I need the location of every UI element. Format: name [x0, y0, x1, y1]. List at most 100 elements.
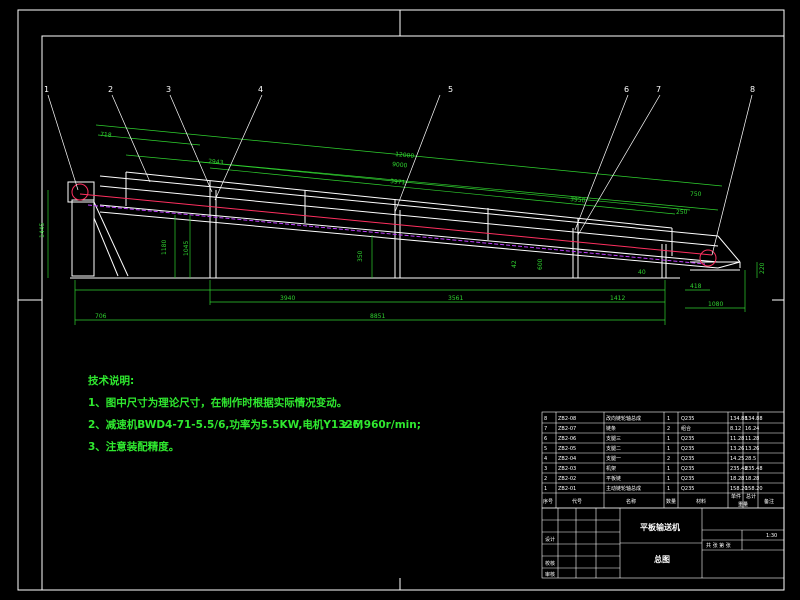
bom-cell-w2: 28.5: [745, 456, 756, 462]
bom-cell-w2: 18.28: [745, 476, 759, 482]
dim-9000: 9000: [392, 161, 408, 169]
bom-header-qty: 数量: [666, 498, 676, 505]
bom-cell-no: 4: [544, 456, 547, 462]
bom-header-weight: 重量: [738, 501, 748, 508]
bom-cell-qty: 1: [667, 436, 670, 442]
dim-418: 418: [690, 283, 702, 290]
balloon-8: 8: [750, 85, 755, 94]
bom-cell-no: 6: [544, 436, 547, 442]
bom-cell-name: 链条: [606, 425, 616, 432]
bom-cell-w1: 13.26: [730, 446, 744, 452]
bom-cell-w2: 134.88: [745, 416, 763, 422]
bom-cell-w1: 8.12: [730, 426, 741, 432]
bom-cell-qty: 2: [667, 426, 670, 432]
approve-label: 审核: [545, 571, 555, 578]
drawing-canvas: 1 2 3 4 5 6 7 8 718 12000 9000 2943 3971…: [0, 0, 800, 600]
balloon-7: 7: [656, 85, 661, 94]
bom-header: 序号 代号 名称 数量 材料 单件 总计 重量 备注: [543, 493, 774, 508]
bom-cell-w2: 11.28: [745, 436, 759, 442]
dim-3971: 3971: [390, 178, 406, 186]
bom-cell-w2: 16.24: [745, 426, 759, 432]
bom-header-unit-weight: 单件: [731, 493, 741, 500]
notes-line-2: 2、减速机BWD4-71-5.5/6,功率为5.5KW,电机Y132M: [88, 418, 363, 431]
dim-1412: 1412: [610, 295, 625, 302]
drawing-scale: 1:30: [766, 533, 777, 539]
bom-header-material: 材料: [696, 498, 706, 505]
dim-2943: 2943: [208, 158, 224, 166]
balloon-5: 5: [448, 85, 453, 94]
bom-cell-mat: Q235: [681, 416, 694, 422]
balloon-3: 3: [166, 85, 171, 94]
bom-cell-w2: 13.26: [745, 446, 759, 452]
bom-cell-mat: 组合: [681, 425, 691, 432]
bom-header-total-weight: 总计: [746, 493, 756, 500]
bom-cell-code: ZB2-08: [558, 416, 576, 422]
bom-cell-name: 主动链轮轴总成: [606, 485, 641, 492]
bom-cell-mat: Q235: [681, 476, 694, 482]
dim-750: 750: [690, 191, 702, 198]
bom-cell-code: ZB2-07: [558, 426, 576, 432]
dim-350: 350: [357, 250, 364, 262]
bom-cell-qty: 1: [667, 466, 670, 472]
notes-title: 技术说明:: [88, 374, 134, 387]
dim-40: 40: [638, 269, 646, 276]
bom-cell-qty: 1: [667, 416, 670, 422]
dim-1445: 1445: [39, 223, 46, 238]
bom-header-remark: 备注: [764, 498, 774, 505]
bom-cell-w1: 11.28: [730, 436, 744, 442]
drawing-sheet: 共 张 第 张: [706, 542, 731, 549]
notes-line-2b: z-6,960r/min;: [342, 419, 421, 431]
part-balloons: 1 2 3 4 5 6 7 8: [44, 85, 755, 94]
dim-1045: 1045: [183, 241, 190, 256]
dim-12000: 12000: [395, 151, 415, 160]
title-block: [541, 507, 785, 579]
drawing-company: 总图: [654, 554, 670, 564]
dim-42: 42: [511, 260, 518, 268]
bom-cell-no: 7: [544, 426, 547, 432]
bom-cell-w1: 14.25: [730, 456, 744, 462]
dim-3940: 3940: [280, 295, 295, 302]
bom-cell-name: 支腿一: [606, 455, 621, 462]
dim-706: 706: [95, 313, 107, 320]
bom-cell-code: ZB2-01: [558, 486, 576, 492]
dim-1180: 1180: [161, 240, 168, 255]
dim-3950: 3950: [570, 196, 586, 204]
bom-cell-name: 机架: [606, 465, 616, 472]
bom-cell-mat: Q235: [681, 456, 694, 462]
notes-line-3: 3、注意装配精度。: [88, 440, 179, 453]
check-label: 校核: [545, 560, 555, 567]
bom-cell-name: 支腿三: [606, 435, 621, 442]
balloon-4: 4: [258, 85, 263, 94]
bom-cell-qty: 1: [667, 476, 670, 482]
bom-cell-mat: Q235: [681, 436, 694, 442]
balloon-2: 2: [108, 85, 113, 94]
bom-cell-name: 支腿二: [606, 445, 621, 452]
dim-3561: 3561: [448, 295, 463, 302]
bom-cell-mat: Q235: [681, 466, 694, 472]
bom-cell-w1: 18.28: [730, 476, 744, 482]
bom-cell-no: 8: [544, 416, 547, 422]
cad-drawing: 1 2 3 4 5 6 7 8 718 12000 9000 2943 3971…: [17, 9, 785, 591]
notes-line-1: 1、图中尺寸为理论尺寸，在制作时根据实际情况变动。: [88, 396, 347, 409]
bom-cell-no: 2: [544, 476, 547, 482]
bom-header-name: 名称: [626, 498, 636, 505]
bom-cell-mat: Q235: [681, 486, 694, 492]
balloon-1: 1: [44, 85, 49, 94]
bom-cell-qty: 1: [667, 446, 670, 452]
technical-notes: 技术说明: 1、图中尺寸为理论尺寸，在制作时根据实际情况变动。 2、减速机BWD…: [88, 374, 421, 453]
dim-718: 718: [100, 131, 112, 139]
bom-cell-qty: 1: [667, 486, 670, 492]
dim-220: 220: [759, 262, 766, 274]
chain-line: [71, 183, 717, 267]
drawing-name: 平板输送机: [640, 522, 680, 532]
bom-cell-mat: Q235: [681, 446, 694, 452]
bom-header-no: 序号: [543, 498, 553, 505]
bom-cell-no: 3: [544, 466, 547, 472]
bom-cell-w2: 235.48: [745, 466, 763, 472]
dim-250: 250: [676, 209, 688, 216]
balloon-6: 6: [624, 85, 629, 94]
bom-cell-code: ZB2-04: [558, 456, 576, 462]
bom-cell-no: 5: [544, 446, 547, 452]
bom-header-code: 代号: [572, 498, 582, 505]
bom-cell-code: ZB2-06: [558, 436, 576, 442]
